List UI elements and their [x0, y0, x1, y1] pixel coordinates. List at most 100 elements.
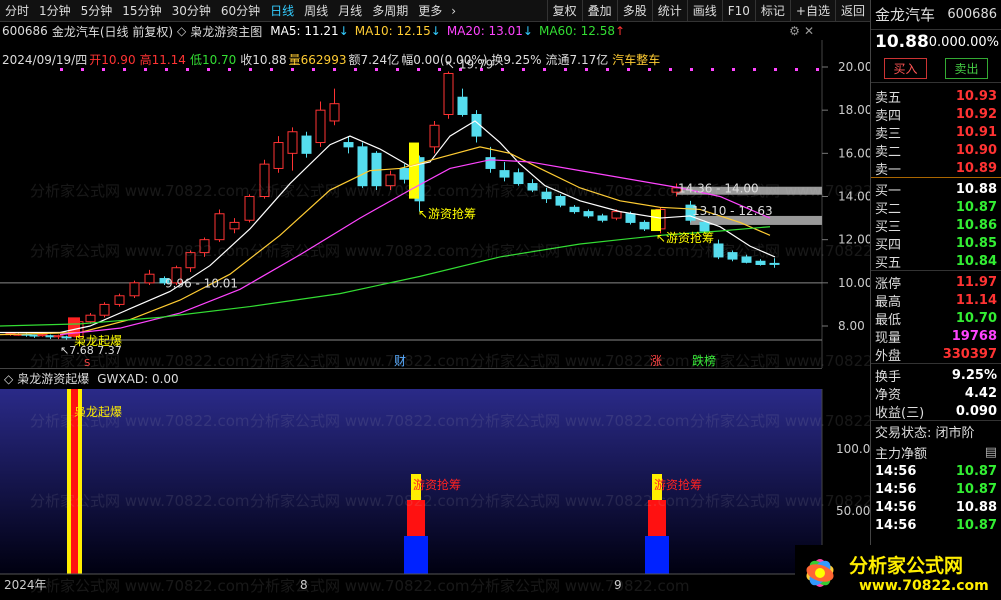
dot-marker: [270, 68, 273, 71]
candle-down: [625, 213, 636, 223]
quote-row[interactable]: 现量 19768: [871, 327, 1001, 346]
panel-change: 0.00: [928, 34, 958, 50]
candle-up: [129, 282, 140, 297]
tick-price: 10.87: [955, 463, 997, 479]
candlestick-chart[interactable]: 20.00 18.00 16.00 14.00 12.00 10.00 8.00 ↖ 19.7…: [0, 40, 870, 368]
tool-button[interactable]: 多股: [616, 0, 652, 22]
quote-row[interactable]: 涨停 11.97: [871, 273, 1001, 292]
main-flow-label[interactable]: 主力净额: [875, 443, 927, 462]
tool-button[interactable]: 统计: [651, 0, 687, 22]
quote-row[interactable]: 卖四 10.92: [871, 105, 1001, 124]
period-tab[interactable]: 30分钟: [167, 0, 216, 22]
quote-row[interactable]: 卖五 10.93: [871, 87, 1001, 106]
period-tab[interactable]: 分时: [0, 0, 34, 22]
quote-row[interactable]: 外盘 330397: [871, 345, 1001, 364]
stats-list: 涨停 11.97 最高 11.14 最低 10.70 现量 19768 外盘 330397: [871, 270, 1001, 364]
close-icon[interactable]: ✕: [804, 24, 822, 38]
quote-value: 10.85: [955, 235, 997, 251]
quote-row[interactable]: 买四 10.85: [871, 234, 1001, 253]
quote-value: 10.90: [955, 142, 997, 158]
youzi-label: ↖游资抢筹: [418, 206, 476, 221]
period-tab[interactable]: 更多: [413, 0, 447, 22]
sub-title[interactable]: 枭龙游资起爆: [17, 370, 89, 387]
period-tab[interactable]: 月线: [333, 0, 367, 22]
low-annotation: ↖7.68 7.37: [60, 344, 122, 357]
candle-down: [727, 252, 738, 260]
settings-icon[interactable]: ⚙: [789, 24, 804, 38]
quote-value: 4.42: [964, 385, 997, 401]
buy-button[interactable]: 买入: [884, 57, 927, 79]
quote-value: 10.93: [955, 88, 997, 104]
dropdown-icon[interactable]: ◇: [173, 24, 190, 38]
quote-row[interactable]: 买五 10.84: [871, 252, 1001, 271]
candle-up: [273, 142, 284, 169]
period-tab[interactable]: 日线: [265, 0, 299, 22]
quote-row[interactable]: 最低 10.70: [871, 309, 1001, 328]
candle-down: [713, 243, 724, 258]
event-tag: 财: [394, 354, 406, 368]
quote-row[interactable]: 买三 10.86: [871, 216, 1001, 235]
quote-value: 330397: [942, 346, 997, 362]
quote-row[interactable]: 换手 9.25%: [871, 366, 1001, 385]
dot-marker: [501, 68, 504, 71]
signal-red: [648, 500, 666, 538]
period-tab[interactable]: 多周期: [367, 0, 413, 22]
period-tab[interactable]: 周线: [299, 0, 333, 22]
tool-button[interactable]: 画线: [686, 0, 722, 22]
ma60-label: MA60: 12.58: [538, 24, 616, 38]
period-tab[interactable]: 60分钟: [216, 0, 265, 22]
y-tick-label: 12.00: [838, 233, 870, 247]
quote-label: 买三: [875, 219, 902, 235]
quote-row[interactable]: 净资 4.42: [871, 384, 1001, 403]
tool-button[interactable]: 复权: [546, 0, 582, 22]
period-tab[interactable]: 5分钟: [76, 0, 118, 22]
dot-marker: [102, 68, 105, 71]
event-tag: 跌榜: [692, 353, 716, 368]
quote-value: 10.91: [955, 124, 997, 140]
tool-button[interactable]: +自选: [789, 0, 835, 22]
quote-value: 11.14: [955, 292, 997, 308]
down-arrow-icon: ↓: [430, 24, 441, 38]
tool-button[interactable]: F10: [721, 0, 755, 22]
candle-up: [99, 303, 110, 316]
quote-label: 卖四: [875, 108, 902, 124]
sell-button[interactable]: 卖出: [945, 57, 988, 79]
candle-down: [741, 256, 752, 263]
candle-up: [329, 103, 340, 122]
tick-row: 14:56 10.87: [871, 516, 1001, 534]
tool-buttons: 复权 叠加 多股 统计 画线 F10 标记 +自选 返回: [546, 0, 870, 22]
candle-down: [457, 96, 468, 115]
ma10-line: [0, 146, 771, 336]
quote-row[interactable]: 最高 11.14: [871, 291, 1001, 310]
quote-row[interactable]: 买一 10.88: [871, 180, 1001, 199]
dot-marker: [60, 68, 63, 71]
quote-row[interactable]: 卖三 10.91: [871, 123, 1001, 142]
sub-indicator-chart[interactable]: 100.0 50.00 枭龙起爆游资抢筹 游资抢筹 2024年 8 9: [0, 389, 870, 600]
candle-down: [597, 215, 608, 221]
period-tab[interactable]: 15分钟: [117, 0, 166, 22]
candle-up: [185, 252, 196, 269]
quote-row[interactable]: 收益(三) 0.090: [871, 402, 1001, 421]
quote-row[interactable]: 卖一 10.89: [871, 159, 1001, 178]
tool-button[interactable]: 标记: [754, 0, 790, 22]
signal-red: [407, 500, 425, 538]
dot-marker: [354, 68, 357, 71]
quote-label: 买一: [875, 183, 902, 199]
x-tick-label: 2024年: [4, 578, 47, 592]
quote-row[interactable]: 买二 10.87: [871, 198, 1001, 217]
tool-button[interactable]: 返回: [834, 0, 870, 22]
indicator-name[interactable]: 枭龙游资主图: [190, 23, 262, 40]
chevron-right-icon[interactable]: ›: [447, 4, 460, 18]
candle-down: [555, 196, 566, 206]
quote-row[interactable]: 卖二 10.90: [871, 141, 1001, 160]
dropdown-icon[interactable]: ◇: [0, 372, 17, 386]
candle-up: [287, 131, 298, 154]
y-tick-label: 18.00: [838, 103, 870, 117]
tool-button[interactable]: 叠加: [581, 0, 617, 22]
candle-down: [527, 183, 538, 191]
period-tab[interactable]: 1分钟: [34, 0, 76, 22]
candle-down: [513, 172, 524, 185]
dot-marker: [228, 68, 231, 71]
adjust-label: (日线 前复权): [99, 24, 174, 39]
dot-marker: [396, 68, 399, 71]
